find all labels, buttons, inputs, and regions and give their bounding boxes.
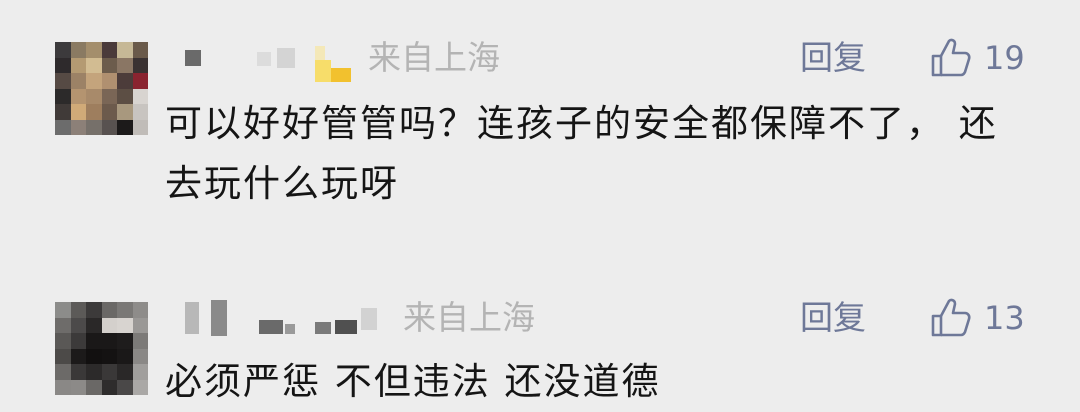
avatar[interactable] bbox=[55, 302, 148, 395]
thumbs-up-icon bbox=[931, 298, 971, 337]
comment-item-2: 来自上海 回复 13 必须严惩 不但违法 还没道德 bbox=[0, 0, 1080, 411]
like-button[interactable]: 13 bbox=[930, 296, 1025, 340]
username-mosaic[interactable] bbox=[185, 298, 415, 338]
like-count: 13 bbox=[984, 299, 1025, 337]
comment-text: 必须严惩 不但违法 还没道德 bbox=[165, 360, 661, 403]
comment-list: { "comments": [ { "location": "来自上海", "r… bbox=[0, 0, 1080, 411]
reply-button[interactable]: 回复 bbox=[800, 298, 866, 338]
comment-location: 来自上海 bbox=[403, 298, 535, 337]
